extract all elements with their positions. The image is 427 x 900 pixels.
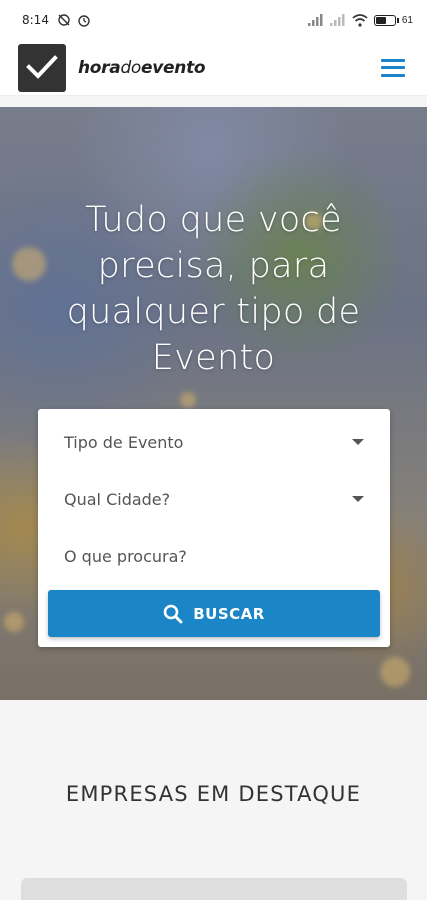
city-select[interactable]: Qual Cidade? — [64, 484, 364, 514]
section-title: EMPRESAS EM DESTAQUE — [65, 782, 362, 806]
status-bar: 8:14 61 — [0, 0, 427, 40]
search-button[interactable]: BUSCAR — [48, 590, 380, 637]
brand-wordmark[interactable]: horadoevento — [78, 58, 206, 78]
battery-indicator: 61 — [373, 14, 413, 26]
search-card: Tipo de Evento Qual Cidade? O que procur… — [38, 409, 390, 647]
dropdown-arrow-icon — [352, 496, 364, 502]
search-icon — [163, 604, 183, 623]
app-header: horadoevento — [0, 40, 427, 96]
featured-section: EMPRESAS EM DESTAQUE — [0, 700, 427, 900]
search-input[interactable]: O que procura? — [64, 541, 364, 571]
status-time: 8:14 — [22, 13, 49, 27]
notification-off-icon — [58, 14, 70, 26]
alarm-icon — [78, 15, 90, 27]
hero-title: Tudo que você precisa, para qualquer tip… — [66, 200, 361, 378]
event-type-select[interactable]: Tipo de Evento — [64, 427, 364, 457]
battery-icon — [373, 14, 396, 26]
logo[interactable] — [18, 43, 66, 92]
app-screen: 8:14 61 horadoevento Tudo que você preci… — [0, 0, 427, 900]
hero-banner: Tudo que você precisa, para qualquer tip… — [0, 107, 427, 700]
signal-icon — [307, 14, 323, 26]
wifi-icon — [352, 13, 368, 27]
battery-percent: 61 — [401, 14, 413, 26]
hamburger-menu-icon[interactable] — [381, 58, 405, 77]
checkmark-icon — [26, 54, 58, 79]
search-button-label: BUSCAR — [193, 604, 265, 623]
featured-company-card[interactable] — [21, 878, 407, 900]
dropdown-arrow-icon — [352, 439, 364, 445]
signal-secondary-icon — [329, 14, 345, 26]
